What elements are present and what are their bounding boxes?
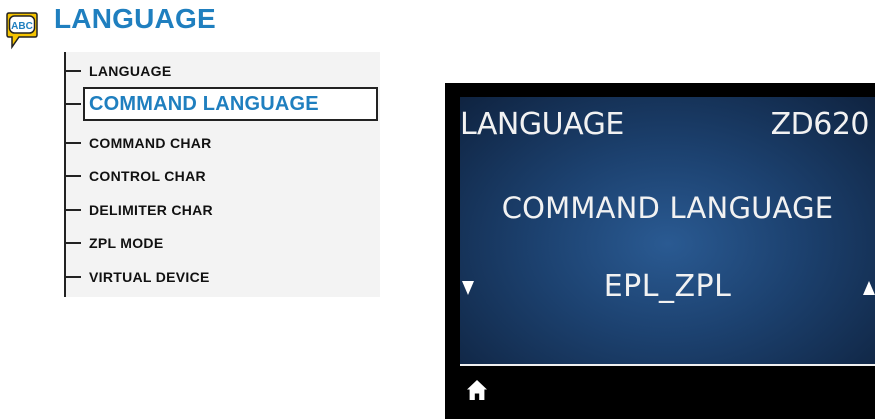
tree-item-label: COMMAND LANGUAGE: [89, 92, 319, 115]
tree-branch: [64, 70, 81, 72]
home-icon[interactable]: [466, 379, 488, 401]
display-main-area: LANGUAGE ZD620 COMMAND LANGUAGE EPL_ZPL: [460, 97, 875, 364]
tree-branch: [64, 276, 81, 278]
tree-item-label: LANGUAGE: [89, 63, 172, 79]
tree-branch: [64, 142, 81, 144]
display-divider: [460, 364, 875, 366]
tree-item-label: DELIMITER CHAR: [89, 202, 213, 218]
tree-branch: [64, 242, 81, 244]
tree-item-label: VIRTUAL DEVICE: [89, 269, 210, 285]
tree-branch: [64, 209, 81, 211]
abc-speech-bubble-icon: ABC: [6, 12, 38, 50]
tree-branch: [64, 103, 81, 105]
tree-item-label: CONTROL CHAR: [89, 168, 206, 184]
tree-item-zpl-mode[interactable]: ZPL MODE: [64, 228, 380, 258]
down-triangle-icon[interactable]: [462, 281, 474, 295]
display-value: EPL_ZPL: [603, 269, 732, 304]
tree-item-delimiter-char[interactable]: DELIMITER CHAR: [64, 195, 380, 225]
tree-item-command-language[interactable]: COMMAND LANGUAGE: [64, 87, 380, 121]
tree-item-command-char[interactable]: COMMAND CHAR: [64, 128, 380, 158]
display-menu-title: LANGUAGE: [460, 107, 624, 142]
tree-item-control-char[interactable]: CONTROL CHAR: [64, 161, 380, 191]
printer-display: LANGUAGE ZD620 COMMAND LANGUAGE EPL_ZPL: [445, 83, 875, 419]
tree-item-label: COMMAND CHAR: [89, 135, 212, 151]
page-title: LANGUAGE: [54, 3, 216, 34]
tree-branch: [64, 175, 81, 177]
display-item-name: COMMAND LANGUAGE: [501, 191, 834, 225]
tree-item-language[interactable]: LANGUAGE: [64, 56, 380, 86]
tree-item-label: ZPL MODE: [89, 235, 164, 251]
abc-icon-text: ABC: [11, 21, 33, 32]
tree-item-virtual-device[interactable]: VIRTUAL DEVICE: [64, 262, 380, 292]
display-model-name: ZD620: [770, 107, 870, 142]
up-triangle-icon[interactable]: [863, 281, 875, 295]
